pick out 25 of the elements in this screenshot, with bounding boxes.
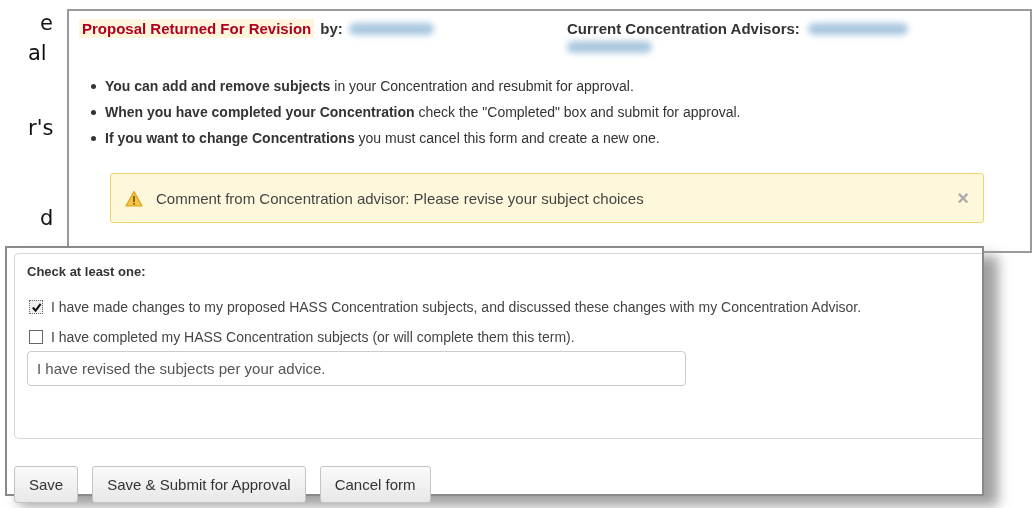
option-label: I have completed my HASS Concentration subjects (or will complete them this term). [51, 329, 575, 345]
by-label: by: [320, 19, 343, 37]
form-button[interactable]: Save & Submit for Approval [92, 466, 306, 503]
advisors-label: Current Concentration Advisors: [567, 19, 800, 37]
bullet-icon [91, 135, 96, 141]
checkbox[interactable] [29, 330, 43, 344]
status-label: Proposal Returned For Revision [79, 19, 315, 38]
form-button[interactable]: Save [14, 466, 79, 503]
document-text: al [28, 40, 48, 67]
bullet-icon [91, 109, 96, 115]
checkbox[interactable] [29, 300, 43, 314]
form-button[interactable]: Cancel form [319, 466, 431, 503]
document-text: r's [28, 115, 55, 142]
check-icon [30, 301, 42, 313]
instruction-text: When you have completed your Concentration check the "Completed" box and submit for approval. [105, 104, 741, 120]
bullet-icon [91, 83, 96, 89]
instruction-text: If you want to change Concentrations you must cancel this form and create a new one. [105, 130, 660, 146]
comment-field[interactable]: I have revised the subjects per your advice. [27, 351, 686, 386]
section-heading: Check at least one: [27, 264, 147, 279]
option-label: I have made changes to my proposed HASS Concentration subjects, and discussed these changes with my Concentration Advisor. [51, 299, 862, 315]
warning-icon [125, 189, 143, 207]
instruction-text: You can add and remove subjects in your Concentration and resubmit for approval. [105, 78, 634, 94]
document-text: d [39, 205, 55, 232]
document-text: e [39, 10, 54, 37]
alert-message: Comment from Concentration advisor: Please revise your subject choices [156, 189, 645, 207]
